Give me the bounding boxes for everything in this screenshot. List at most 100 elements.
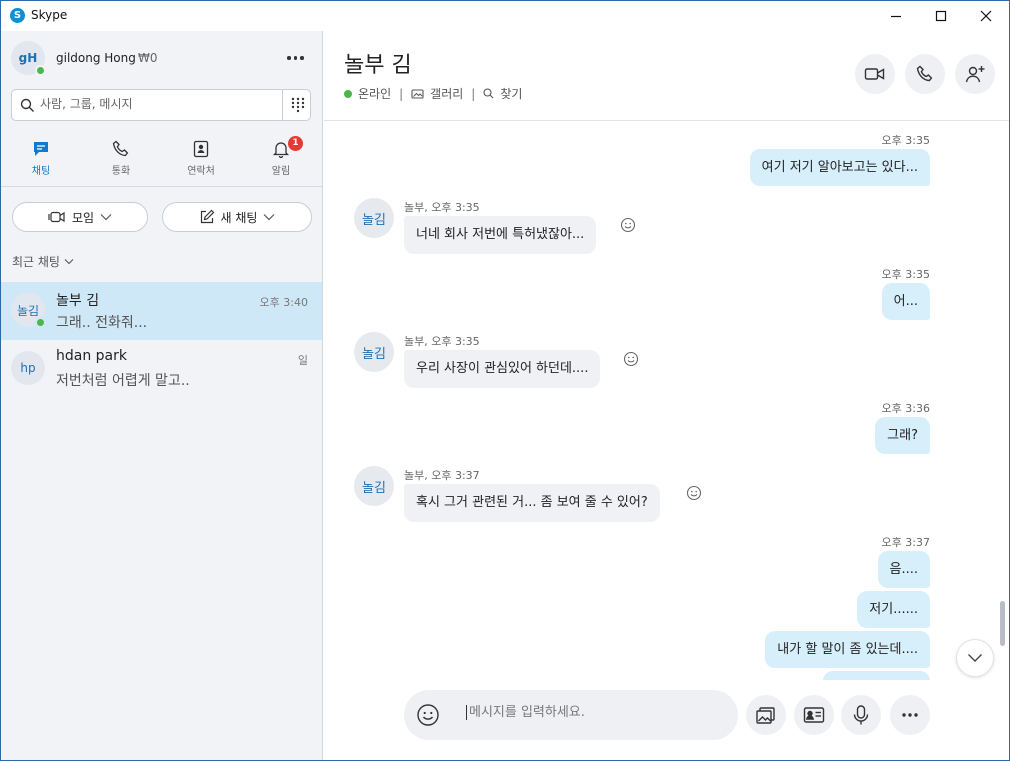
contact-avatar: hp [11,351,45,385]
title-bar: S Skype [1,1,1009,31]
incoming-message[interactable]: 우리 사장이 관심있어 하던데.... [404,350,601,388]
dialpad-icon [291,97,304,113]
share-contact-button[interactable] [794,695,834,735]
message-input[interactable] [466,705,716,720]
tab-calls[interactable]: 통화 [81,135,161,185]
tab-contacts[interactable]: 연락처 [161,135,241,185]
contact-initials: hp [20,361,36,375]
more-options-button[interactable] [287,56,304,60]
message-scrollbar[interactable] [1000,601,1005,646]
chat-contact-meta: 온라인 | 갤러리 | 찾기 [344,85,522,102]
minimize-icon [891,15,901,18]
conversation-preview: 그래.. 전화줘... [56,315,148,331]
outgoing-message[interactable]: 그래? [875,417,930,454]
sender-and-time: 놀부, 오후 3:35 [404,335,480,348]
contact-card-icon [803,707,825,723]
chat-icon [34,142,48,156]
incoming-message[interactable]: 혹시 그거 관련된 거... 좀 보여 줄 수 있어? [404,484,660,522]
gallery-link[interactable]: 갤러리 [430,85,463,102]
recent-chats-filter[interactable]: 최근 채팅 [12,253,74,270]
sidebar: gH gildong Hong ₩0 사람, 그룹, 메시지 채팅 통화 연락처… [1,31,323,760]
chat-contact-name[interactable]: 놀부 김 [344,47,412,79]
tab-label: 통화 [111,166,131,177]
message-timestamp: 오후 3:35 [881,268,930,281]
outgoing-message[interactable]: 음.... [877,551,930,588]
more-actions-button[interactable] [890,695,930,735]
tab-label: 연락처 [187,166,215,177]
meet-now-button[interactable]: 모임 [12,202,148,232]
conversation-item[interactable]: 놀김 놀부 김 그래.. 전화줘... 오후 3:40 [1,282,322,340]
media-gallery-button[interactable] [746,695,786,735]
outgoing-message[interactable]: 어... [881,283,930,320]
sender-and-time: 놀부, 오후 3:37 [404,469,480,482]
phone-icon [916,65,933,82]
emoji-reaction-icon[interactable] [686,485,702,501]
tab-label: 알림 [271,166,291,177]
search-icon [483,88,494,99]
phone-icon [112,140,129,157]
outgoing-message[interactable]: 내가 할 말이 좀 있는데.... [765,631,930,668]
message-composer [404,690,738,740]
chevron-down-icon [264,214,275,221]
contact-initials: 놀김 [16,303,40,318]
minimize-button[interactable] [873,1,919,31]
my-initials: gH [18,51,38,65]
video-call-button[interactable] [855,54,895,94]
tab-chats[interactable]: 채팅 [1,135,81,185]
voice-message-button[interactable] [841,695,881,735]
audio-call-button[interactable] [905,54,945,94]
add-people-button[interactable] [955,54,995,94]
online-status-label: 온라인 [358,87,392,101]
search-input[interactable] [40,97,280,111]
emoji-reaction-icon[interactable] [620,217,636,233]
dot-icon [293,56,297,60]
meet-label: 모임 [71,210,95,225]
contacts-icon [193,140,209,158]
outgoing-message[interactable]: 저기...... [857,591,930,628]
outgoing-message-partial[interactable] [823,671,930,680]
conversation-time: 일 [297,354,308,367]
dot-icon [300,56,304,60]
video-camera-icon [864,68,885,80]
sender-avatar[interactable]: 놀김 [354,332,394,372]
conversation-name: 놀부 김 [56,293,100,309]
close-button[interactable] [963,1,1009,31]
search-icon [20,98,34,112]
message-timestamp: 오후 3:36 [881,402,930,415]
my-name[interactable]: gildong Hong [56,51,136,65]
image-icon [756,707,775,724]
skype-window: S Skype gH gildong Hong ₩0 사람, 그룹, 메시지 채… [0,0,1010,761]
chevron-down-icon [64,259,74,265]
close-icon [980,10,992,22]
scroll-to-bottom-button[interactable] [956,639,994,677]
skype-credit[interactable]: ₩0 [138,51,158,65]
new-chat-label: 새 채팅 [220,210,258,225]
tab-notifications[interactable]: 알림 1 [241,135,321,185]
video-meet-icon [48,211,65,223]
chat-pane: 놀부 김 온라인 | 갤러리 | 찾기 오후 3:35 여기 저기 알아보고는 … [324,31,1009,760]
conversation-item[interactable]: hp hdan park 저번처럼 어렵게 말고.. 일 [1,340,322,398]
message-timestamp: 오후 3:37 [881,536,930,549]
add-person-icon [965,66,985,83]
emoji-reaction-icon[interactable] [623,351,639,367]
find-link[interactable]: 찾기 [500,85,522,102]
message-timestamp: 오후 3:35 [881,134,930,147]
dot-icon [287,56,291,60]
nav-tabs: 채팅 통화 연락처 알림 1 [1,135,322,187]
compose-icon [200,209,214,224]
dialpad-button[interactable] [282,90,312,120]
search-box [11,89,311,121]
contact-presence-dot [35,317,46,328]
emoji-picker-icon[interactable] [416,703,440,727]
more-dots-icon [902,713,918,717]
incoming-message[interactable]: 너네 회사 저번에 특허냈잖아... [404,216,597,254]
conversation-time: 오후 3:40 [259,296,308,309]
new-chat-button[interactable]: 새 채팅 [162,202,312,232]
recent-chats-label: 최근 채팅 [12,255,60,269]
sender-avatar[interactable]: 놀김 [354,466,394,506]
message-list: 오후 3:35 여기 저기 알아보고는 있다... 놀김 놀부, 오후 3:35… [324,122,1009,680]
outgoing-message[interactable]: 여기 저기 알아보고는 있다... [749,149,930,186]
sender-avatar[interactable]: 놀김 [354,198,394,238]
maximize-button[interactable] [918,1,964,31]
separator: | [399,86,404,101]
